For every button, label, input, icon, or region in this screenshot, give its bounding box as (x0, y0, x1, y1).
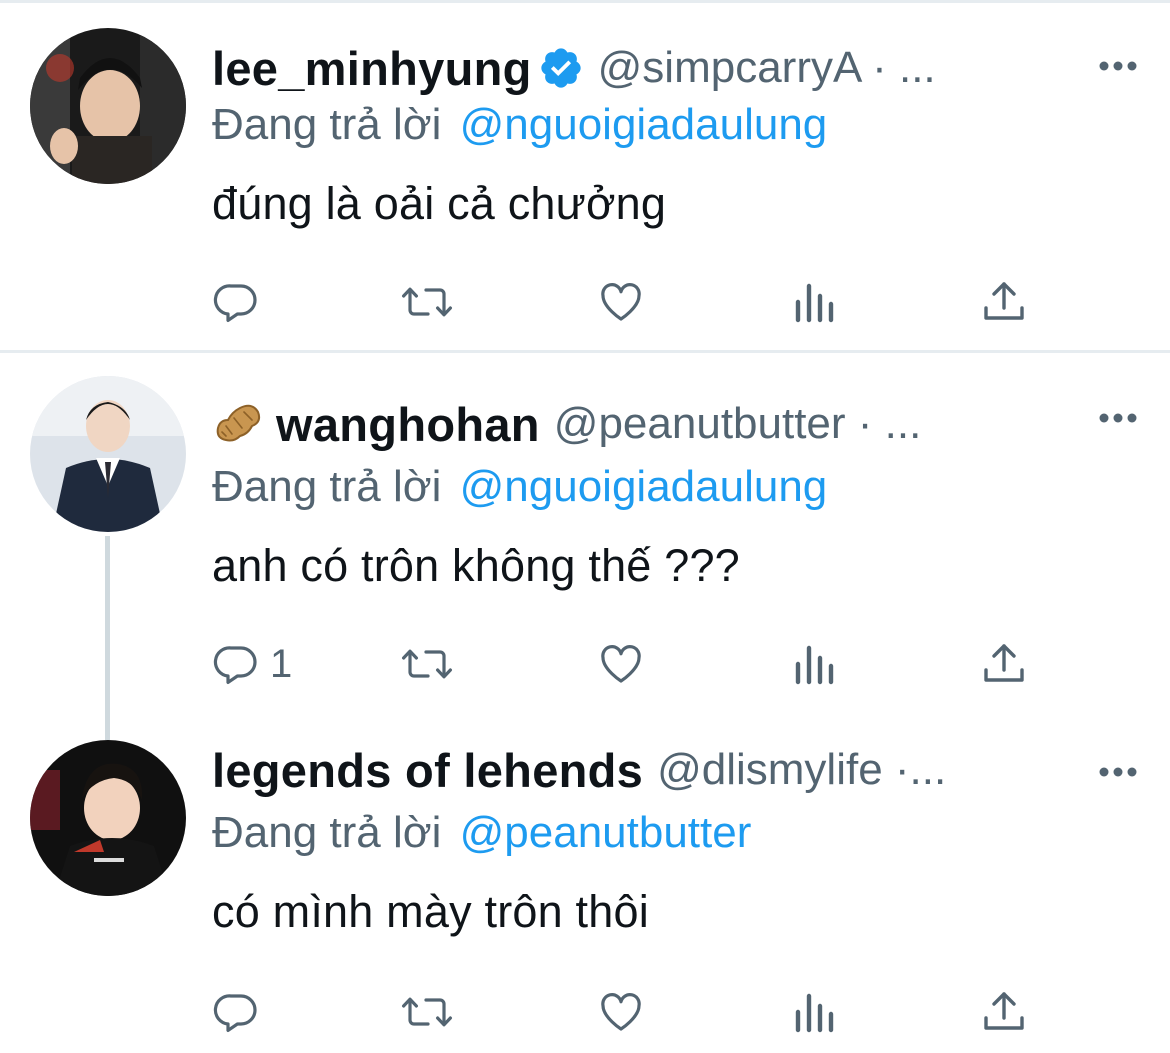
reply-button[interactable]: 1 (212, 636, 292, 692)
display-name[interactable]: lee_minhyung (212, 41, 532, 96)
share-button[interactable] (980, 636, 1028, 692)
heart-icon (601, 645, 641, 683)
reply-mention-link[interactable]: @nguoigiadaulung (460, 100, 828, 149)
retweet-button[interactable] (400, 636, 454, 692)
reply-mention-link[interactable]: @peanutbutter (460, 808, 752, 857)
analytics-button[interactable] (792, 274, 836, 330)
reply-context: Đang trả lời @peanutbutter (212, 808, 751, 858)
share-icon (984, 644, 1024, 682)
display-name[interactable]: legends of lehends (212, 743, 643, 798)
avatar[interactable] (30, 28, 186, 184)
reply-count: 1 (270, 641, 293, 686)
retweet-icon (402, 649, 452, 679)
like-button[interactable] (596, 274, 646, 330)
retweet-button[interactable] (400, 274, 454, 330)
like-button[interactable] (596, 984, 646, 1040)
reply-prefix: Đang trả lời (212, 808, 442, 857)
share-button[interactable] (980, 274, 1028, 330)
reply-context: Đang trả lời @nguoigiadaulung (212, 462, 827, 512)
analytics-icon (795, 645, 834, 685)
retweet-icon (402, 287, 452, 317)
tweet-text: đúng là oải cả chưởng (212, 178, 667, 229)
heart-icon (601, 993, 641, 1031)
share-button[interactable] (980, 984, 1028, 1040)
analytics-icon (795, 283, 834, 323)
reply-prefix: Đang trả lời (212, 100, 442, 149)
reply-button[interactable] (212, 274, 270, 330)
more-icon[interactable] (1096, 762, 1140, 782)
thread-connector-line (105, 536, 110, 740)
analytics-icon (795, 993, 834, 1033)
reply-icon (213, 284, 257, 322)
more-icon[interactable] (1096, 56, 1140, 76)
action-bar (212, 274, 1062, 330)
tweet-text: có mình mày trôn thôi (212, 886, 649, 937)
reply-context: Đang trả lời @nguoigiadaulung (212, 100, 827, 150)
heart-icon (601, 283, 641, 321)
tweet-divider (0, 350, 1170, 353)
like-button[interactable] (596, 636, 646, 692)
retweet-icon (402, 997, 452, 1027)
analytics-button[interactable] (792, 636, 836, 692)
action-bar: 1 (212, 636, 1062, 692)
verified-icon (538, 45, 584, 91)
tweet-header: wanghohan @peanutbutter · ... (212, 394, 921, 454)
handle[interactable]: @dlismylife ·... (657, 745, 946, 795)
analytics-button[interactable] (792, 984, 836, 1040)
display-name[interactable]: wanghohan (276, 397, 540, 452)
share-icon (984, 992, 1024, 1030)
reply-prefix: Đang trả lời (212, 462, 442, 511)
top-divider (0, 0, 1170, 3)
avatar[interactable] (30, 376, 186, 532)
more-icon[interactable] (1096, 408, 1140, 428)
action-bar (212, 984, 1062, 1040)
handle[interactable]: @peanutbutter · ... (554, 399, 922, 449)
reply-button[interactable] (212, 984, 270, 1040)
peanut-icon (212, 398, 264, 450)
reply-icon (213, 646, 257, 684)
retweet-button[interactable] (400, 984, 454, 1040)
reply-icon (213, 994, 257, 1032)
avatar[interactable] (30, 740, 186, 896)
tweet-text: anh có trôn không thế ??? (212, 540, 740, 591)
tweet-header: lee_minhyung @simpcarryA · ... (212, 38, 936, 98)
tweet-header: legends of lehends @dlismylife ·... (212, 740, 946, 800)
share-icon (984, 282, 1024, 320)
reply-mention-link[interactable]: @nguoigiadaulung (460, 462, 828, 511)
handle[interactable]: @simpcarryA · ... (598, 43, 936, 93)
